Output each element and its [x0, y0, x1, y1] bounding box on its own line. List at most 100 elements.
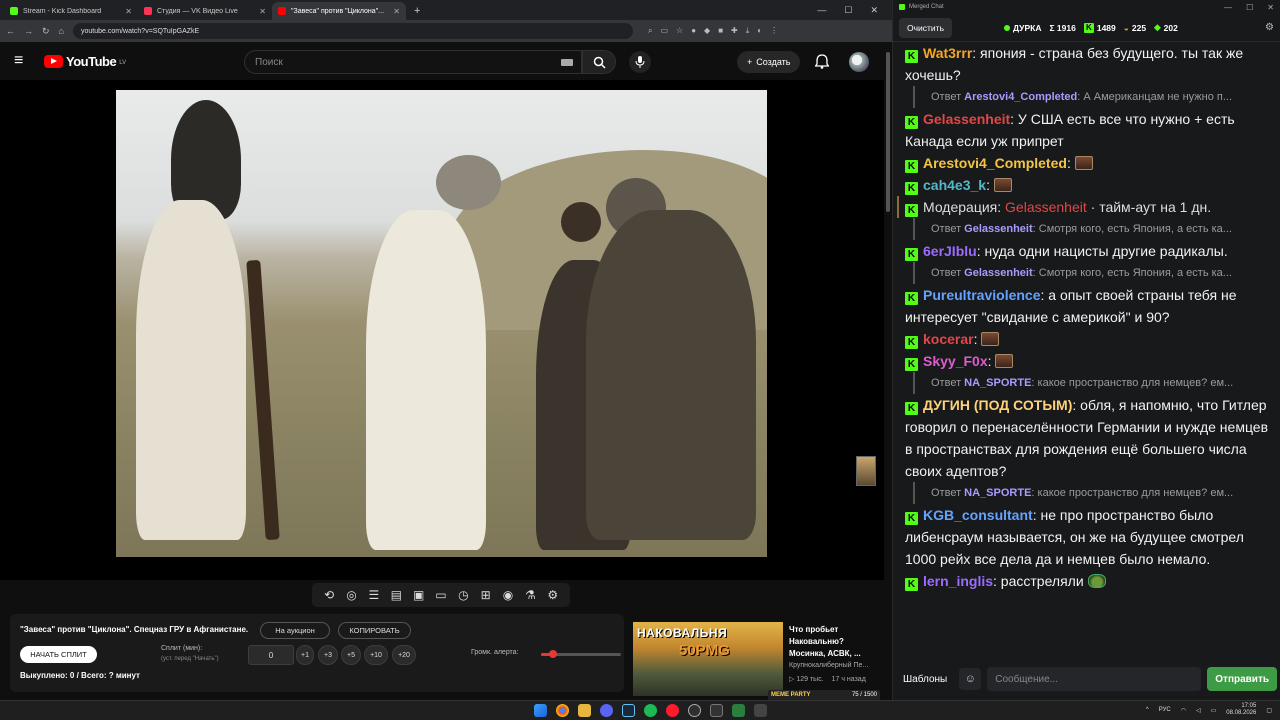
tab-kick-dashboard[interactable]: Stream - Kick Dashboard ✕: [4, 2, 138, 20]
scrollbar-thumb[interactable]: [886, 52, 890, 212]
recommended-channel[interactable]: Крупнокалиберный Пе...: [789, 662, 868, 669]
discord-icon[interactable]: [600, 704, 613, 717]
close-window-icon[interactable]: ✕: [870, 5, 878, 16]
maximize-icon[interactable]: ☐: [1246, 3, 1253, 12]
cinema-icon[interactable]: ▭: [434, 588, 448, 602]
app-icon[interactable]: [732, 704, 745, 717]
forward-icon[interactable]: →: [24, 26, 33, 36]
recommended-title[interactable]: Что пробьет Наковальню? Мосинка, АСВК, .…: [789, 624, 881, 660]
app-icon[interactable]: [754, 704, 767, 717]
clapper-icon[interactable]: ▤: [389, 588, 403, 602]
tab-vk-studio[interactable]: Студия — VK Видео Live ✕: [138, 2, 272, 20]
folder-icon[interactable]: [578, 704, 591, 717]
home-icon[interactable]: ⌂: [59, 26, 64, 36]
download-icon[interactable]: ⤓: [746, 26, 750, 36]
url-field[interactable]: youtube.com/watch?v=SQTuIpGAZkE: [72, 23, 633, 39]
chat-username[interactable]: Skyy_F0x: [923, 353, 988, 369]
obs-icon[interactable]: [688, 704, 701, 717]
speed-icon[interactable]: ◷: [456, 588, 470, 602]
camera-icon[interactable]: ◉: [501, 588, 515, 602]
page-scrollbar[interactable]: [884, 42, 892, 694]
increment-1-button[interactable]: +1: [296, 645, 314, 665]
moderated-username[interactable]: Gelassenheit: [1005, 199, 1087, 215]
alert-volume-slider[interactable]: [541, 650, 621, 658]
emoji-picker-icon[interactable]: ☺: [959, 668, 982, 690]
wifi-icon[interactable]: ◠: [1181, 707, 1186, 714]
star-icon[interactable]: ☆: [676, 26, 683, 36]
reply-username[interactable]: Gelassenheit: [964, 267, 1032, 279]
minimize-icon[interactable]: —: [817, 5, 826, 16]
chat-username[interactable]: Gelassenheit: [923, 111, 1010, 127]
chat-username[interactable]: Wat3rrr: [923, 45, 972, 61]
reply-username[interactable]: NA_SPORTE: [964, 377, 1031, 389]
slider-knob[interactable]: [549, 650, 557, 658]
hamburger-menu-icon[interactable]: ≡: [14, 52, 34, 70]
search-input[interactable]: Поиск: [244, 50, 582, 74]
cast-icon[interactable]: ▭: [660, 26, 668, 36]
new-tab-button[interactable]: +: [406, 5, 428, 20]
chat-username[interactable]: cah4e3_k: [923, 177, 986, 193]
extension-icon[interactable]: ◆: [704, 26, 710, 36]
steam-icon[interactable]: [622, 704, 635, 717]
reply-username[interactable]: Gelassenheit: [964, 223, 1032, 235]
auction-button[interactable]: На аукцион: [260, 622, 330, 639]
start-split-button[interactable]: НАЧАТЬ СПЛИТ: [20, 646, 97, 663]
profile-icon[interactable]: ◐: [757, 26, 762, 36]
chat-username[interactable]: ДУГИН (ПОД СОТЫМ): [923, 397, 1072, 413]
clock[interactable]: 17:05 08.08.2026: [1226, 703, 1256, 717]
zoom-icon[interactable]: ⌕: [648, 26, 652, 36]
clear-chat-button[interactable]: Очистить: [899, 17, 953, 38]
chat-username[interactable]: lern_inglis: [923, 573, 993, 589]
reply-username[interactable]: Arestovi4_Completed: [964, 91, 1077, 103]
mini-thumbnail[interactable]: [856, 456, 876, 486]
recommended-video[interactable]: НАКОВАЛЬНЯ 50PMG Что пробьет Наковальню?…: [633, 622, 883, 696]
close-tab-icon[interactable]: ✕: [259, 7, 266, 16]
back-icon[interactable]: ←: [6, 26, 15, 36]
create-button[interactable]: + Создать: [737, 51, 801, 73]
broadcast-icon[interactable]: ◎: [345, 588, 359, 602]
increment-5-button[interactable]: +5: [341, 645, 361, 665]
close-window-icon[interactable]: ✕: [1267, 3, 1274, 12]
chat-username[interactable]: 6erJIblu: [923, 243, 977, 259]
increment-3-button[interactable]: +3: [318, 645, 338, 665]
keyboard-icon[interactable]: [561, 58, 573, 66]
split-minutes-input[interactable]: 0: [248, 645, 294, 665]
video-player[interactable]: [0, 80, 884, 580]
chat-username[interactable]: Arestovi4_Completed: [923, 155, 1067, 171]
voice-search-button[interactable]: [629, 51, 651, 73]
pip-icon[interactable]: ▣: [412, 588, 426, 602]
notifications-icon[interactable]: ▢: [1266, 707, 1272, 714]
gear-icon[interactable]: ⚙: [546, 588, 560, 602]
increment-20-button[interactable]: +20: [392, 645, 416, 665]
language-indicator[interactable]: РУС: [1159, 707, 1171, 713]
chat-message-input[interactable]: Сообщение...: [987, 667, 1202, 691]
chat-username[interactable]: Pureultraviolence: [923, 287, 1041, 303]
chrome-icon[interactable]: [556, 704, 569, 717]
windows-start-icon[interactable]: [534, 704, 547, 717]
extension-icon[interactable]: ●: [691, 26, 696, 36]
menu-icon[interactable]: ⋮: [770, 26, 778, 36]
chat-username[interactable]: kocerar: [923, 331, 974, 347]
copy-button[interactable]: КОПИРОВАТЬ: [338, 622, 411, 639]
opera-icon[interactable]: [666, 704, 679, 717]
search-button[interactable]: [582, 50, 616, 74]
add-box-icon[interactable]: ⊞: [479, 588, 493, 602]
close-tab-icon[interactable]: ✕: [125, 7, 132, 16]
spotify-icon[interactable]: [644, 704, 657, 717]
flask-icon[interactable]: ⚗: [523, 588, 537, 602]
loop-icon[interactable]: ⟲: [322, 588, 336, 602]
reply-username[interactable]: NA_SPORTE: [964, 487, 1031, 499]
gear-icon[interactable]: ⚙: [1265, 22, 1274, 33]
chevron-up-icon[interactable]: ^: [1146, 707, 1149, 713]
chat-username[interactable]: KGB_consultant: [923, 507, 1033, 523]
send-button[interactable]: Отправить: [1207, 667, 1277, 691]
battery-icon[interactable]: ▭: [1211, 707, 1217, 714]
reload-icon[interactable]: ↻: [42, 26, 50, 37]
puzzle-icon[interactable]: ✚: [731, 26, 738, 36]
extension-icon[interactable]: ■: [718, 26, 723, 36]
playlist-icon[interactable]: ☰: [367, 588, 381, 602]
recommended-thumbnail[interactable]: НАКОВАЛЬНЯ 50PMG: [633, 622, 783, 696]
notifications-bell-icon[interactable]: [815, 54, 829, 69]
terminal-icon[interactable]: [710, 704, 723, 717]
close-tab-icon[interactable]: ✕: [393, 7, 400, 16]
